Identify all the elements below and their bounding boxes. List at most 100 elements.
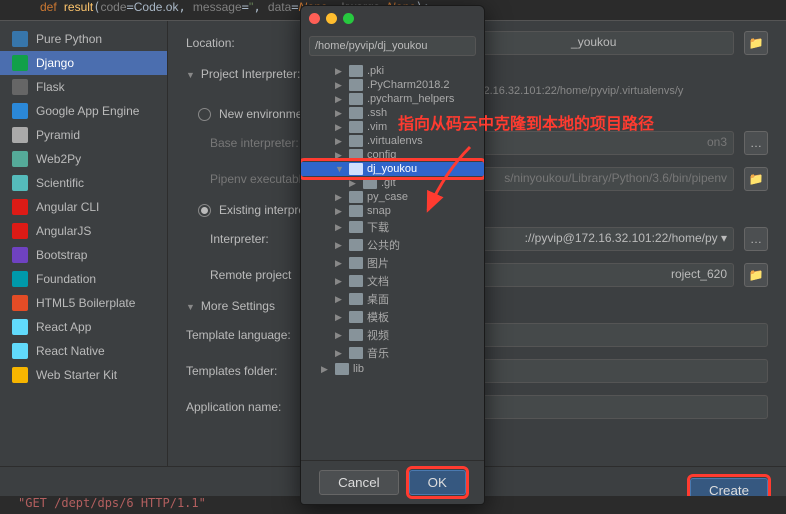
- folder-icon: [349, 221, 363, 233]
- tree-row[interactable]: ▶下载: [301, 218, 484, 236]
- sidebar-item-pure-python[interactable]: Pure Python: [0, 27, 167, 51]
- tree-row[interactable]: ▶公共的: [301, 236, 484, 254]
- tree-row[interactable]: ▶.pki: [301, 64, 484, 78]
- expand-icon[interactable]: ▶: [335, 206, 345, 217]
- tree-row[interactable]: ▶.PyCharm2018.2: [301, 78, 484, 92]
- framework-icon: [12, 151, 28, 167]
- browse-location-icon[interactable]: 📁: [744, 31, 768, 55]
- radio-new-env[interactable]: [198, 108, 211, 121]
- tree-row[interactable]: ▶.virtualenvs: [301, 134, 484, 148]
- sidebar-item-pyramid[interactable]: Pyramid: [0, 123, 167, 147]
- expand-icon[interactable]: ▶: [335, 294, 345, 305]
- tree-row[interactable]: ▶.vim: [301, 120, 484, 134]
- expand-icon[interactable]: ▶: [335, 94, 345, 105]
- framework-icon: [12, 247, 28, 263]
- file-tree[interactable]: ▶.pki▶.PyCharm2018.2▶.pycharm_helpers▶.s…: [301, 62, 484, 460]
- expand-icon[interactable]: ▶: [335, 222, 345, 233]
- tree-row[interactable]: ▶文档: [301, 272, 484, 290]
- expand-icon[interactable]: ▶: [335, 136, 345, 147]
- sidebar-item-web2py[interactable]: Web2Py: [0, 147, 167, 171]
- tree-row[interactable]: ▶图片: [301, 254, 484, 272]
- tree-row[interactable]: ▼dj_youkou: [301, 162, 484, 176]
- expand-icon[interactable]: ▶: [335, 330, 345, 341]
- expand-icon[interactable]: ▶: [335, 312, 345, 323]
- folder-icon: [349, 93, 363, 105]
- titlebar[interactable]: [301, 6, 484, 30]
- folder-icon: [349, 163, 363, 175]
- expand-icon[interactable]: ▶: [335, 258, 345, 269]
- framework-icon: [12, 367, 28, 383]
- ok-button[interactable]: OK: [409, 470, 466, 495]
- tree-row[interactable]: ▶模板: [301, 308, 484, 326]
- expand-icon[interactable]: ▶: [335, 192, 345, 203]
- folder-icon: [349, 275, 363, 287]
- sidebar-item-angularjs[interactable]: AngularJS: [0, 219, 167, 243]
- sidebar-item-web-starter-kit[interactable]: Web Starter Kit: [0, 363, 167, 387]
- sidebar-item-html5-boilerplate[interactable]: HTML5 Boilerplate: [0, 291, 167, 315]
- expand-icon[interactable]: ▶: [335, 80, 345, 91]
- folder-icon: [349, 149, 363, 161]
- folder-icon: [349, 65, 363, 77]
- browse-icon[interactable]: 📁: [744, 167, 768, 191]
- expand-icon[interactable]: ▶: [335, 240, 345, 251]
- ellipsis-icon[interactable]: …: [744, 227, 768, 251]
- framework-icon: [12, 319, 28, 335]
- framework-icon: [12, 79, 28, 95]
- framework-icon: [12, 271, 28, 287]
- sidebar-item-google-app-engine[interactable]: Google App Engine: [0, 99, 167, 123]
- folder-icon: [349, 293, 363, 305]
- tree-row[interactable]: ▶config: [301, 148, 484, 162]
- folder-icon: [349, 135, 363, 147]
- tpl-lang-label: Template language:: [186, 328, 306, 342]
- ellipsis-icon[interactable]: …: [744, 131, 768, 155]
- tree-row[interactable]: ▶.pycharm_helpers: [301, 92, 484, 106]
- framework-icon: [12, 55, 28, 71]
- tree-row[interactable]: ▶snap: [301, 204, 484, 218]
- tree-row[interactable]: ▶视频: [301, 326, 484, 344]
- expand-icon[interactable]: ▼: [335, 164, 345, 174]
- sidebar-item-django[interactable]: Django: [0, 51, 167, 75]
- folder-icon: [349, 329, 363, 341]
- sidebar-item-angular-cli[interactable]: Angular CLI: [0, 195, 167, 219]
- sidebar-item-react-native[interactable]: React Native: [0, 339, 167, 363]
- tree-row[interactable]: ▶py_case: [301, 190, 484, 204]
- expand-icon[interactable]: ▶: [349, 178, 359, 189]
- expand-icon[interactable]: ▶: [335, 66, 345, 77]
- sidebar-item-foundation[interactable]: Foundation: [0, 267, 167, 291]
- framework-icon: [12, 127, 28, 143]
- expand-icon[interactable]: ▶: [335, 150, 345, 161]
- expand-icon[interactable]: ▶: [335, 122, 345, 133]
- framework-icon: [12, 31, 28, 47]
- sidebar-item-flask[interactable]: Flask: [0, 75, 167, 99]
- tree-row[interactable]: ▶桌面: [301, 290, 484, 308]
- expand-icon[interactable]: ▶: [335, 348, 345, 359]
- expand-icon[interactable]: ▶: [335, 108, 345, 119]
- close-icon[interactable]: [309, 13, 320, 24]
- location-label: Location:: [186, 36, 306, 50]
- tree-row[interactable]: ▶lib: [301, 362, 484, 376]
- radio-existing[interactable]: [198, 204, 211, 217]
- expand-icon[interactable]: ▶: [335, 276, 345, 287]
- folder-icon: [349, 239, 363, 251]
- folder-icon: [349, 191, 363, 203]
- tree-row[interactable]: ▶音乐: [301, 344, 484, 362]
- tree-row[interactable]: ▶.git: [301, 176, 484, 190]
- expand-icon[interactable]: ▶: [321, 364, 331, 375]
- folder-icon: [349, 311, 363, 323]
- cancel-button[interactable]: Cancel: [319, 470, 399, 495]
- app-name-label: Application name:: [186, 400, 306, 414]
- path-input[interactable]: [309, 36, 476, 56]
- framework-icon: [12, 199, 28, 215]
- tree-row[interactable]: ▶.ssh: [301, 106, 484, 120]
- zoom-icon[interactable]: [343, 13, 354, 24]
- sidebar-item-react-app[interactable]: React App: [0, 315, 167, 339]
- sidebar-item-scientific[interactable]: Scientific: [0, 171, 167, 195]
- minimize-icon[interactable]: [326, 13, 337, 24]
- folder-icon: [349, 107, 363, 119]
- framework-icon: [12, 103, 28, 119]
- framework-icon: [12, 175, 28, 191]
- folder-icon: [349, 347, 363, 359]
- browse-icon[interactable]: 📁: [744, 263, 768, 287]
- sidebar-item-bootstrap[interactable]: Bootstrap: [0, 243, 167, 267]
- folder-icon: [349, 79, 363, 91]
